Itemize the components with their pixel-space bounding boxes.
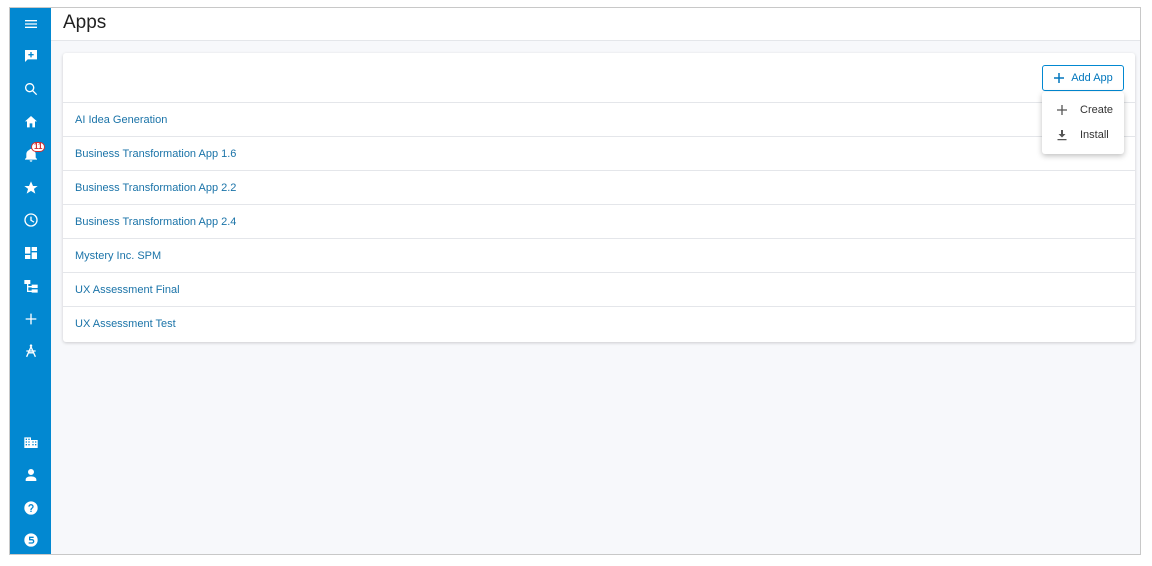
add-comment-icon [24, 50, 37, 62]
building-icon [23, 437, 38, 448]
hierarchy-button[interactable] [10, 270, 51, 302]
page-title: Apps [63, 12, 107, 33]
add-app-button[interactable]: Add App [1042, 65, 1124, 91]
download-icon [1057, 129, 1067, 140]
clock-icon [23, 213, 38, 227]
add-comment-button[interactable] [10, 40, 51, 72]
profile-button[interactable] [10, 459, 51, 491]
app-link[interactable]: AI Idea Generation [75, 114, 167, 126]
dashboard-button[interactable] [10, 237, 51, 269]
list-item: UX Assessment Test [63, 307, 1135, 341]
menu-item-label: Install [1080, 128, 1109, 141]
app-link[interactable]: Business Transformation App 2.4 [75, 216, 236, 228]
add-app-menu: Create Install [1042, 92, 1124, 154]
help-icon [23, 501, 38, 515]
apps-card: Add App AI Idea Generation Business Tran… [63, 53, 1135, 342]
organization-button[interactable] [10, 426, 51, 458]
list-item: Business Transformation App 1.6 [63, 137, 1135, 171]
menu-item-install[interactable]: Install [1042, 122, 1124, 147]
notification-badge: 11 [31, 142, 46, 152]
home-button[interactable] [10, 106, 51, 138]
app-link[interactable]: UX Assessment Test [75, 318, 176, 330]
favorites-button[interactable] [10, 172, 51, 204]
brand-logo[interactable] [10, 524, 51, 554]
page-header: Apps [51, 8, 1140, 41]
help-button[interactable] [10, 492, 51, 524]
menu-button[interactable] [10, 8, 51, 40]
person-icon [25, 469, 36, 481]
app-link[interactable]: Business Transformation App 1.6 [75, 148, 236, 160]
app-list: AI Idea Generation Business Transformati… [63, 103, 1135, 341]
search-icon [24, 83, 37, 96]
list-item: Business Transformation App 2.2 [63, 171, 1135, 205]
home-icon [24, 116, 37, 128]
create-button[interactable] [10, 303, 51, 335]
dashboard-icon [24, 247, 37, 259]
app-window: 11 Apps Add App AI Idea Generation Busin… [9, 7, 1141, 555]
plus-icon [25, 313, 36, 325]
menu-item-create[interactable]: Create [1042, 97, 1124, 122]
menu-icon [24, 20, 37, 28]
compass-icon [25, 344, 36, 358]
list-item: Mystery Inc. SPM [63, 239, 1135, 273]
list-item: Business Transformation App 2.4 [63, 205, 1135, 239]
sidebar: 11 [10, 8, 51, 554]
recent-button[interactable] [10, 204, 51, 236]
notifications-button[interactable]: 11 [10, 139, 51, 171]
card-toolbar: Add App [63, 53, 1135, 103]
star-icon [23, 181, 38, 194]
menu-item-label: Create [1080, 103, 1114, 116]
plus-icon [1054, 73, 1065, 83]
list-item: UX Assessment Final [63, 273, 1135, 307]
tools-button[interactable] [10, 335, 51, 367]
plus-icon [1057, 104, 1067, 115]
app-link[interactable]: Mystery Inc. SPM [75, 250, 161, 262]
list-item: AI Idea Generation [63, 103, 1135, 137]
search-button[interactable] [10, 73, 51, 105]
hierarchy-icon [23, 280, 38, 293]
logo-icon [23, 533, 38, 547]
app-link[interactable]: UX Assessment Final [75, 284, 180, 296]
add-app-label: Add App [1071, 72, 1113, 84]
app-link[interactable]: Business Transformation App 2.2 [75, 182, 236, 194]
